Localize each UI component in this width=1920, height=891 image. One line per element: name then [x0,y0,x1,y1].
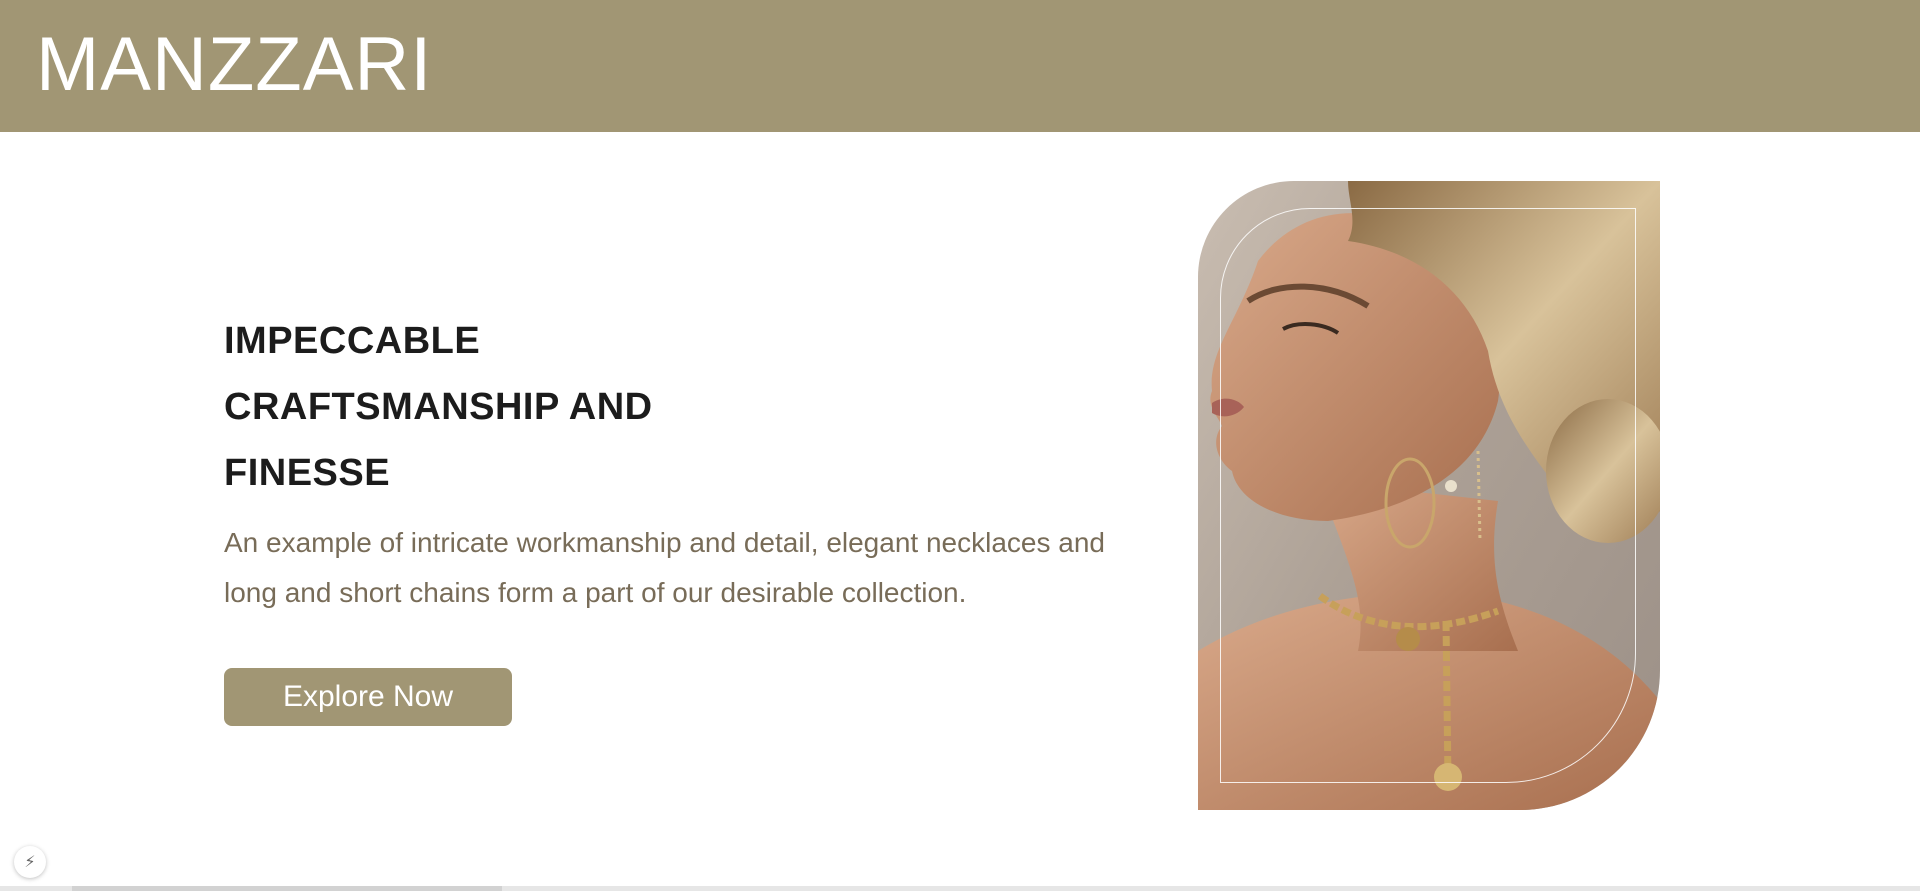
scroll-segment [442,886,502,891]
site-header: MANZZARI [0,0,1920,132]
hero-headline: IMPECCABLE CRAFTSMANSHIP AND FINESSE [224,308,744,506]
headline-line: CRAFTSMANSHIP AND [224,386,653,428]
headline-line: IMPECCABLE [224,320,481,362]
brand-logo[interactable]: MANZZARI [36,22,432,108]
lightning-icon[interactable]: ⚡ [14,846,46,878]
image-outline [1220,208,1636,783]
explore-now-button[interactable]: Explore Now [224,668,512,726]
hero-image [1198,181,1660,810]
headline-line: FINESSE [224,452,391,494]
hero-description: An example of intricate workmanship and … [224,527,1105,608]
scroll-segment [72,886,442,891]
hero-section: IMPECCABLE CRAFTSMANSHIP AND FINESSE An … [224,308,1124,726]
bottom-scrollbar[interactable] [0,886,1920,891]
